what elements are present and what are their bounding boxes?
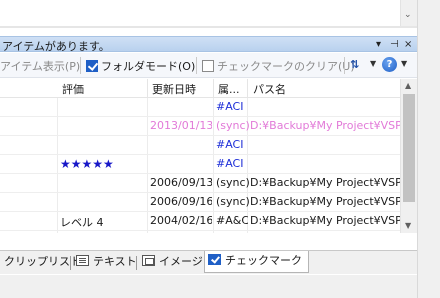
attr-cell: (sync) (216, 195, 250, 208)
list-row[interactable]: #ACI (0, 98, 400, 117)
divider (0, 26, 440, 28)
toolbar-separator (80, 57, 81, 74)
scroll-down-icon[interactable]: ▼ (405, 221, 411, 230)
list-row[interactable]: 2006/09/13 (sync) D:¥Backup¥My Project¥V… (0, 174, 400, 193)
toolbar-separator (344, 57, 345, 74)
tab-text-label: テキスト (93, 255, 137, 268)
tab-separator (136, 256, 137, 270)
text-icon (76, 255, 89, 266)
modified-cell: 2004/02/16 (150, 214, 212, 227)
clear-checks-label: チェックマークのクリア(U) (217, 60, 355, 73)
pin-icon[interactable]: ⊣ (390, 37, 399, 52)
clear-checks-checkbox[interactable] (202, 60, 214, 72)
toolbar: アイテム表示(P) フォルダモード(O) チェックマークのクリア(U) ⇅ ▼ … (0, 53, 417, 78)
attr-cell: #ACI (216, 157, 244, 170)
image-icon (142, 255, 155, 266)
list-vertical-scrollbar[interactable]: ▲ ▼ (400, 79, 417, 233)
column-header-attr[interactable]: 属... (218, 81, 240, 97)
list-header: 評価 更新日時 属... パス名 (0, 79, 400, 98)
dropdown-icon[interactable]: ▾ (376, 37, 381, 52)
checkmark-icon (208, 254, 221, 265)
chevron-down-icon[interactable]: ▼ (401, 59, 407, 68)
right-frame (417, 0, 440, 298)
close-icon[interactable]: × (404, 37, 412, 52)
modified-cell: 2006/09/13 (150, 176, 212, 189)
rating-cell: レベル 4 (60, 216, 104, 229)
list-row[interactable]: 2013/01/13 ( (sync) D:¥Backup¥My Project… (0, 117, 400, 136)
tab-image-label: イメージ (159, 255, 203, 268)
item-display-button[interactable]: アイテム表示(P) (0, 58, 80, 74)
upper-vertical-scrollbar[interactable]: ⌄ (400, 0, 417, 26)
lower-pane (0, 275, 417, 298)
tab-separator (70, 256, 71, 270)
toolbar-separator (196, 57, 197, 74)
modified-cell: 2006/09/16 ( (150, 195, 212, 208)
list-row[interactable]: ★★★★★ #ACI (0, 155, 400, 174)
column-separator[interactable] (213, 79, 214, 98)
attr-cell: (sync) (216, 176, 250, 189)
tab-checkmark[interactable]: チェックマーク (204, 251, 309, 273)
tab-text[interactable]: テキスト (76, 253, 137, 273)
scroll-up-icon[interactable]: ▲ (405, 81, 411, 90)
tab-strip: クリップリスト テキスト イメージ チェックマーク (0, 250, 417, 274)
upper-pane: ⌄ (0, 0, 440, 36)
item-list: 評価 更新日時 属... パス名 #ACI 2013/01/13 ( (sync… (0, 79, 400, 233)
folder-mode-checkbox[interactable] (86, 60, 98, 72)
column-header-rating[interactable]: 評価 (62, 81, 84, 97)
path-cell: D:¥Backup¥My Project¥VSPr (250, 195, 400, 208)
chevron-down-icon[interactable]: ▼ (370, 59, 376, 68)
path-cell: D:¥Backup¥My Project¥VSPr (250, 176, 400, 189)
list-row[interactable]: 2006/09/16 ( (sync) D:¥Backup¥My Project… (0, 193, 400, 212)
attr-cell: #ACI (216, 138, 244, 151)
attr-cell: (sync) (216, 119, 250, 132)
column-header-path[interactable]: パス名 (253, 81, 286, 97)
folder-mode-toggle[interactable]: フォルダモード(O) (86, 58, 195, 74)
column-separator[interactable] (147, 79, 148, 98)
tab-image[interactable]: イメージ (142, 253, 203, 273)
rating-stars[interactable]: ★★★★★ (60, 157, 114, 171)
column-header-modified[interactable]: 更新日時 (152, 81, 196, 97)
help-icon[interactable]: ? (382, 57, 397, 72)
panel-title: アイテムがあります。 (2, 40, 110, 53)
list-row[interactable]: レベル 4 2004/02/16 #A&C D:¥Backup¥My Proje… (0, 212, 400, 231)
attr-cell: #A&C (216, 214, 248, 227)
attr-cell: #ACI (216, 100, 244, 113)
list-row[interactable]: #ACI (0, 136, 400, 155)
path-cell: D:¥Backup¥My Project¥VSPr (250, 214, 400, 227)
sort-icon[interactable]: ⇅ (350, 56, 370, 74)
scroll-down-icon[interactable]: ⌄ (404, 10, 412, 20)
folder-mode-label: フォルダモード(O) (101, 60, 196, 73)
modified-cell: 2013/01/13 ( (150, 119, 212, 132)
tab-checkmark-label: チェックマーク (225, 254, 302, 267)
panel-title-bar[interactable]: アイテムがあります。 ▾ ⊣ × (0, 36, 417, 53)
clear-checks-toggle[interactable]: チェックマークのクリア(U) (202, 58, 355, 74)
scroll-thumb[interactable] (403, 94, 415, 202)
column-separator[interactable] (247, 79, 248, 98)
path-cell: D:¥Backup¥My Project¥VSPr (250, 119, 400, 132)
